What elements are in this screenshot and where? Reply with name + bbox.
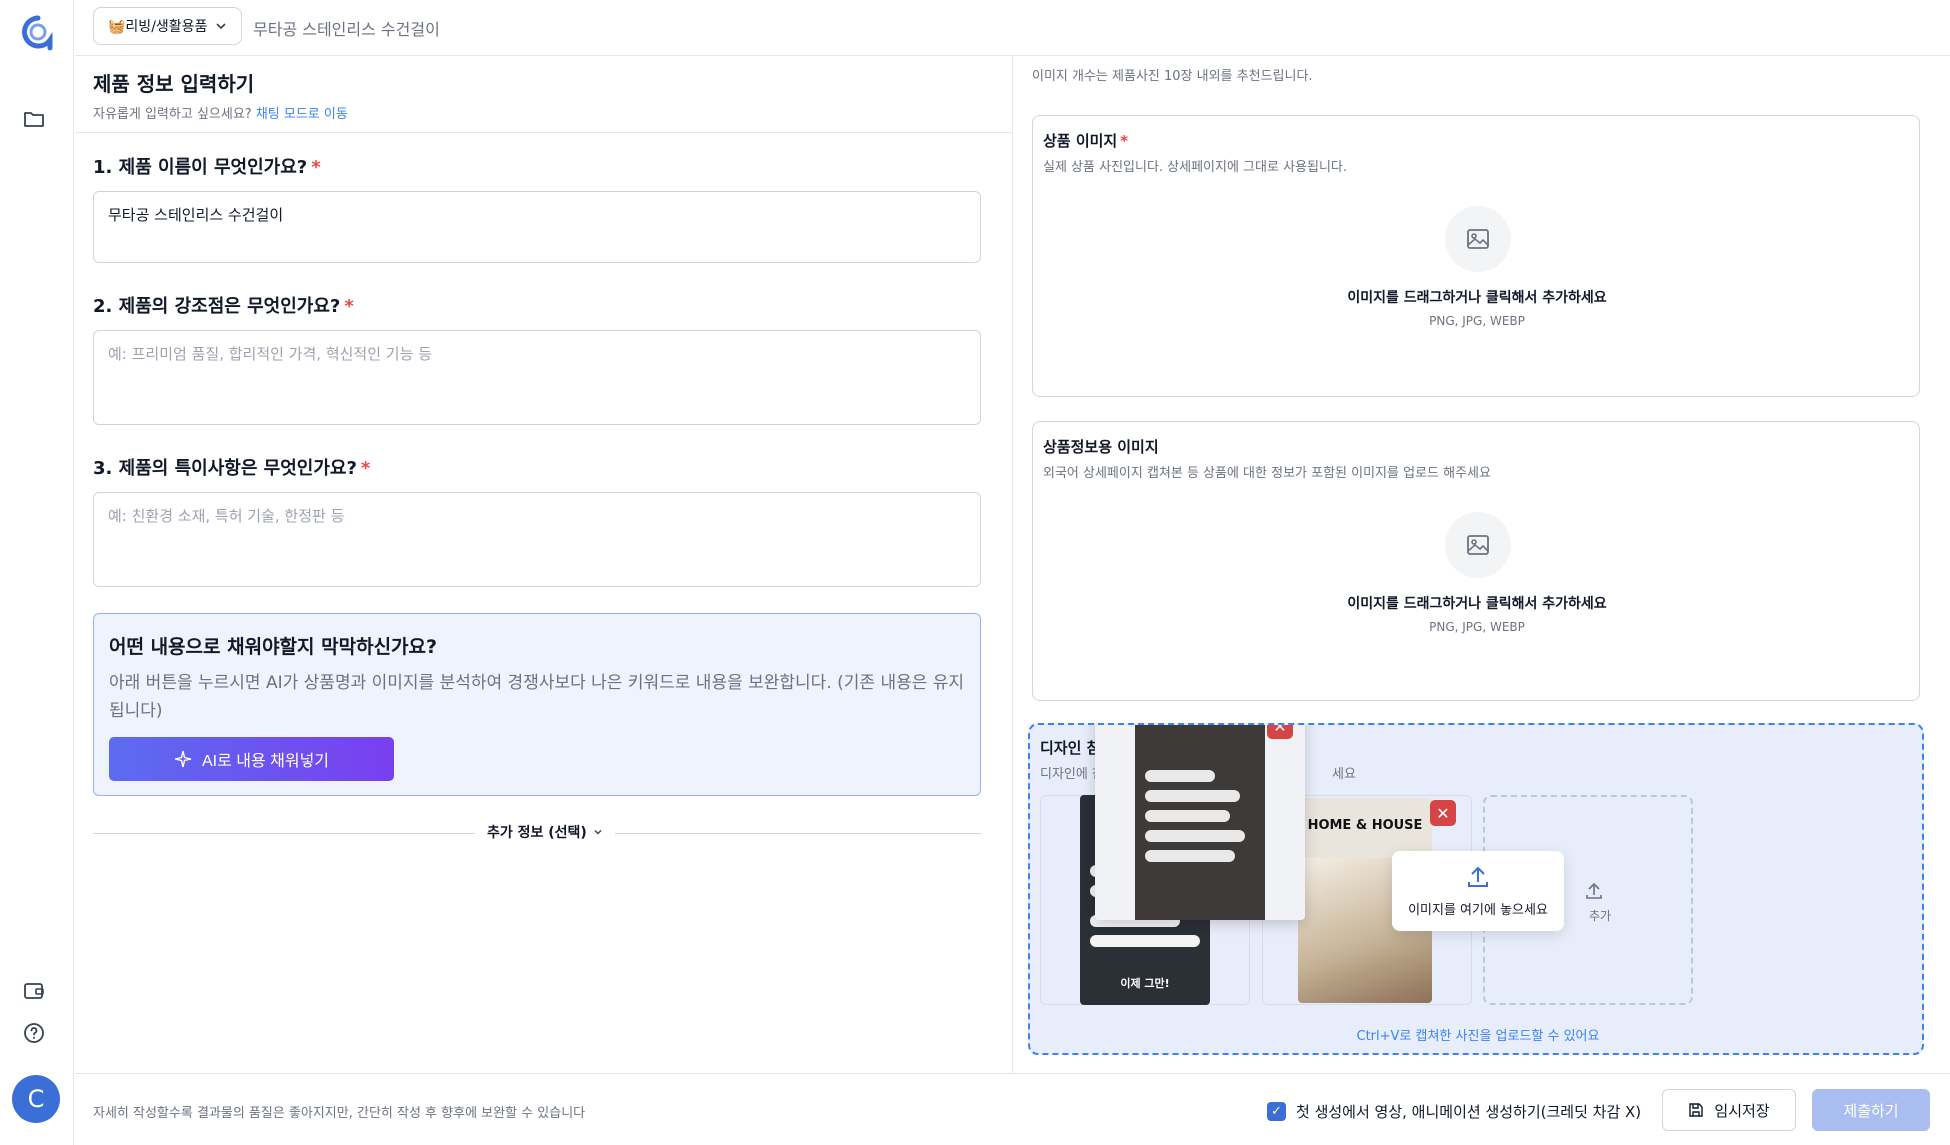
highlights-field[interactable]: [93, 330, 981, 425]
wallet-icon[interactable]: [22, 979, 46, 1003]
ai-card-title: 어떤 내용으로 채워야할지 막막하신가요?: [109, 636, 438, 658]
generate-video-label: 첫 생성에서 영상, 애니메이션 생성하기(크레딧 차감 X): [1296, 1103, 1642, 1121]
sparkle-icon: [174, 750, 192, 768]
thumbnail-caption: 이제 그만!: [1120, 977, 1170, 990]
preview-bubble: [1145, 790, 1240, 802]
product-image-title-text: 상품 이미지: [1043, 132, 1118, 150]
q3-label-text: 3. 제품의 특이사항은 무엇인가요?: [93, 458, 357, 479]
ai-assist-card: 어떤 내용으로 채워야할지 막막하신가요? 아래 버튼을 누르시면 AI가 상품…: [93, 613, 981, 796]
product-image-title: 상품 이미지 *: [1043, 130, 1128, 151]
chevron-down-icon: [594, 830, 602, 835]
required-mark: *: [344, 296, 354, 317]
user-avatar[interactable]: C: [12, 1075, 60, 1123]
product-form: 제품 정보 입력하기 자유롭게 입력하고 싶으세요? 채팅 모드로 이동 1. …: [75, 56, 1013, 1073]
q2-label: 2. 제품의 강조점은 무엇인가요? *: [93, 292, 354, 318]
category-label: 🧺리빙/생활용품: [108, 19, 208, 35]
checkmark-icon: ✓: [1267, 1102, 1286, 1121]
chevron-down-icon: [216, 23, 227, 30]
product-image-dropzone[interactable]: 상품 이미지 * 실제 상품 사진입니다. 상세페이지에 그대로 사용됩니다. 이…: [1032, 115, 1920, 397]
top-bar: 🧺리빙/생활용품 무타공 스테인리스 수건걸이: [75, 0, 1950, 56]
folder-icon[interactable]: [22, 107, 46, 131]
image-upload-panel: 이미지 개수는 제품사진 10장 내외를 추천드립니다. 상품 이미지 * 실제 …: [1014, 56, 1950, 1073]
remove-thumbnail-button[interactable]: ✕: [1430, 800, 1456, 826]
help-icon[interactable]: [22, 1021, 46, 1045]
app-logo-icon[interactable]: [20, 14, 56, 52]
save-draft-label: 임시저장: [1714, 1102, 1770, 1120]
dragged-image-preview[interactable]: [1095, 725, 1305, 920]
preview-bubble: [1145, 850, 1235, 862]
product-image-formats: PNG, JPG, WEBP: [1429, 314, 1525, 328]
q3-label: 3. 제품의 특이사항은 무엇인가요? *: [93, 454, 370, 480]
save-icon: [1689, 1103, 1704, 1117]
left-rail: C: [0, 0, 74, 1145]
thumbnail-bubble: [1090, 935, 1200, 947]
product-image-drop-text: 이미지를 드래그하거나 클릭해서 추가하세요: [1347, 290, 1607, 306]
chat-mode-link[interactable]: 채팅 모드로 이동: [256, 107, 348, 122]
upload-icon: [1586, 882, 1602, 899]
ai-fill-button[interactable]: AI로 내용 채워넣기: [109, 737, 394, 781]
required-mark: *: [1120, 132, 1129, 150]
extra-info-toggle[interactable]: 추가 정보 (선택): [475, 822, 615, 842]
save-draft-button[interactable]: 임시저장: [1662, 1089, 1796, 1131]
image-icon: [1445, 206, 1511, 272]
page-title: 제품 정보 입력하기: [93, 72, 255, 96]
info-image-description: 외국어 상세페이지 캡쳐본 등 상품에 대한 정보가 포함된 이미지를 업로드 …: [1043, 466, 1491, 481]
required-mark: *: [311, 157, 321, 178]
category-dropdown[interactable]: 🧺리빙/생활용품: [93, 7, 243, 45]
special-notes-field[interactable]: [93, 492, 981, 587]
drop-hint-text: 이미지를 여기에 놓으세요: [1408, 903, 1548, 918]
drop-hint-card: 이미지를 여기에 놓으세요: [1392, 851, 1564, 931]
info-image-drop-text: 이미지를 드래그하거나 클릭해서 추가하세요: [1347, 596, 1607, 612]
breadcrumb: 무타공 스테인리스 수건걸이: [253, 20, 440, 39]
design-reference-description-tail: 세요: [1332, 767, 1356, 782]
image-icon: [1445, 512, 1511, 578]
form-subtitle: 자유롭게 입력하고 싶으세요? 채팅 모드로 이동: [93, 103, 348, 122]
preview-bubble: [1145, 830, 1245, 842]
form-subtitle-text: 자유롭게 입력하고 싶으세요?: [93, 107, 252, 122]
preview-bubble: [1145, 810, 1230, 822]
q2-label-text: 2. 제품의 강조점은 무엇인가요?: [93, 296, 341, 317]
remove-dragged-image-button[interactable]: ✕: [1267, 725, 1293, 739]
upload-icon: [1468, 866, 1488, 887]
product-name-field[interactable]: 무타공 스테인리스 수건걸이: [93, 191, 981, 263]
bottom-bar: 자세히 작성할수록 결과물의 품질은 좋아지지만, 간단히 작성 후 향후에 보…: [75, 1073, 1950, 1145]
q1-label: 1. 제품 이름이 무엇인가요? *: [93, 153, 321, 179]
info-image-title: 상품정보용 이미지: [1043, 438, 1159, 456]
paste-hint: Ctrl+V로 캡쳐한 사진을 업로드할 수 있어요: [1356, 1029, 1600, 1044]
add-image-label: 추가: [1589, 909, 1612, 923]
design-reference-dropzone[interactable]: 디자인 참고용 이 디자인에 참고할 세요 이제 그만! HOME & HOUS…: [1028, 723, 1924, 1055]
q1-label-text: 1. 제품 이름이 무엇인가요?: [93, 157, 308, 178]
avatar-initial: C: [27, 1085, 45, 1113]
dragged-image: [1135, 725, 1265, 920]
thumbnail-brand: HOME & HOUSE: [1307, 818, 1423, 833]
product-image-description: 실제 상품 사진입니다. 상세페이지에 그대로 사용됩니다.: [1043, 160, 1348, 175]
submit-button[interactable]: 제출하기: [1812, 1089, 1930, 1131]
required-mark: *: [360, 458, 371, 479]
image-count-hint: 이미지 개수는 제품사진 10장 내외를 추천드립니다.: [1032, 69, 1313, 84]
extra-info-label: 추가 정보 (선택): [487, 825, 587, 841]
info-image-formats: PNG, JPG, WEBP: [1429, 620, 1525, 634]
quality-note: 자세히 작성할수록 결과물의 품질은 좋아지지만, 간단히 작성 후 향후에 보…: [93, 1106, 586, 1121]
ai-card-description: 아래 버튼을 누르시면 AI가 상품명과 이미지를 분석하여 경쟁사보다 나은 …: [109, 673, 965, 721]
info-image-dropzone[interactable]: 상품정보용 이미지 외국어 상세페이지 캡쳐본 등 상품에 대한 정보가 포함된…: [1032, 421, 1920, 701]
generate-video-checkbox[interactable]: ✓ 첫 생성에서 영상, 애니메이션 생성하기(크레딧 차감 X): [1267, 1101, 1641, 1122]
ai-fill-label: AI로 내용 채워넣기: [201, 753, 330, 770]
preview-bubble: [1145, 770, 1215, 782]
form-header: 제품 정보 입력하기 자유롭게 입력하고 싶으세요? 채팅 모드로 이동: [75, 56, 1013, 133]
